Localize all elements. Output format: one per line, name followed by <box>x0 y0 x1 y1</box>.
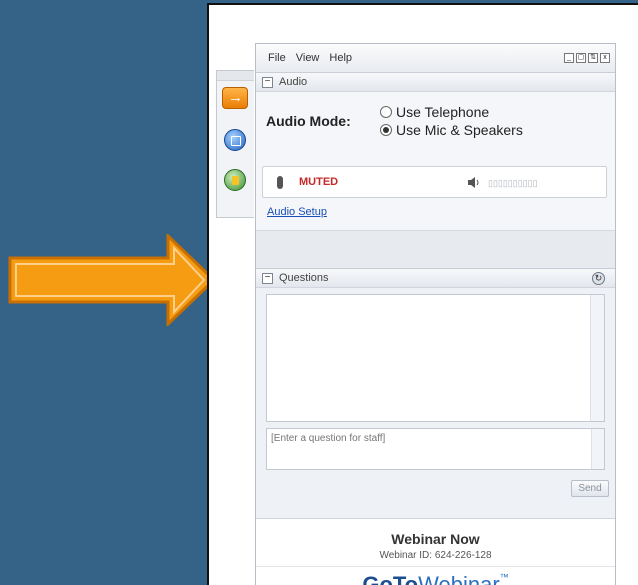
audio-status-box: MUTED ▯▯▯▯▯▯▯▯▯▯ <box>262 166 607 198</box>
mute-status: MUTED <box>299 176 339 188</box>
microphone-icon[interactable] <box>277 176 283 189</box>
radio-telephone-icon[interactable] <box>380 106 392 118</box>
questions-section-header[interactable]: − Questions ↻ <box>256 268 615 288</box>
webinar-id: Webinar ID: 624-226-128 <box>379 550 492 561</box>
radio-use-telephone[interactable]: Use Telephone <box>380 104 489 120</box>
minimize-button[interactable]: _ <box>564 53 574 63</box>
collapse-audio-icon[interactable]: − <box>262 76 273 88</box>
logo-trademark: ™ <box>499 572 509 582</box>
radio-mic-label[interactable]: Use Mic & Speakers <box>396 122 523 138</box>
logo-webinar: Webinar <box>418 572 500 585</box>
question-input[interactable] <box>266 428 605 470</box>
lock-green-icon[interactable] <box>224 169 246 191</box>
radio-use-mic-speakers[interactable]: Use Mic & Speakers <box>380 122 523 138</box>
pointer-arrow-icon <box>8 234 217 326</box>
restore-button[interactable]: ▢ <box>576 53 586 63</box>
close-button[interactable]: x <box>600 53 610 63</box>
radio-mic-selected-icon[interactable] <box>380 124 392 136</box>
send-button[interactable]: Send <box>571 480 609 497</box>
footer-divider <box>256 566 615 567</box>
volume-meter: ▯▯▯▯▯▯▯▯▯▯ <box>488 178 538 188</box>
audio-setup-link[interactable]: Audio Setup <box>267 206 327 218</box>
questions-section: Send <box>256 288 615 518</box>
refresh-icon[interactable]: ↻ <box>592 272 605 285</box>
audio-section-header[interactable]: − Audio <box>256 72 615 92</box>
questions-section-label: Questions <box>279 272 329 284</box>
side-toolbar-grip[interactable] <box>217 71 254 81</box>
menu-help[interactable]: Help <box>329 52 352 64</box>
webinar-footer: Webinar Now Webinar ID: 624-226-128 GoTo… <box>256 518 615 585</box>
audio-mode-label: Audio Mode: <box>266 113 351 129</box>
radio-telephone-label[interactable]: Use Telephone <box>396 104 489 120</box>
screen-blue-icon[interactable] <box>224 129 246 151</box>
question-input-scrollbar[interactable] <box>591 429 604 469</box>
audio-section-label: Audio <box>279 76 308 88</box>
webinar-title: Webinar Now <box>391 531 480 547</box>
webinar-control-panel: File View Help _ ▢ ⇅ x − Audio Audio Mod… <box>255 43 616 585</box>
collapse-questions-icon[interactable]: − <box>262 272 273 284</box>
menu-file[interactable]: File <box>268 52 286 64</box>
menu-view[interactable]: View <box>296 52 320 64</box>
audio-section: Audio Mode: Use Telephone Use Mic & Spea… <box>256 92 615 230</box>
questions-log[interactable] <box>266 294 605 422</box>
side-toolbar <box>216 70 254 218</box>
arrow-orange-icon[interactable] <box>222 87 248 109</box>
window-controls: _ ▢ ⇅ x <box>564 53 610 63</box>
empty-panel-area <box>256 230 615 268</box>
grab-button[interactable]: ⇅ <box>588 53 598 63</box>
menu-bar: File View Help _ ▢ ⇅ x <box>256 44 615 72</box>
logo-goto: GoTo <box>362 572 419 585</box>
speaker-icon <box>468 177 479 188</box>
gotowebinar-logo: GoToWebinar™ <box>256 572 615 585</box>
questions-log-scrollbar[interactable] <box>590 295 604 421</box>
